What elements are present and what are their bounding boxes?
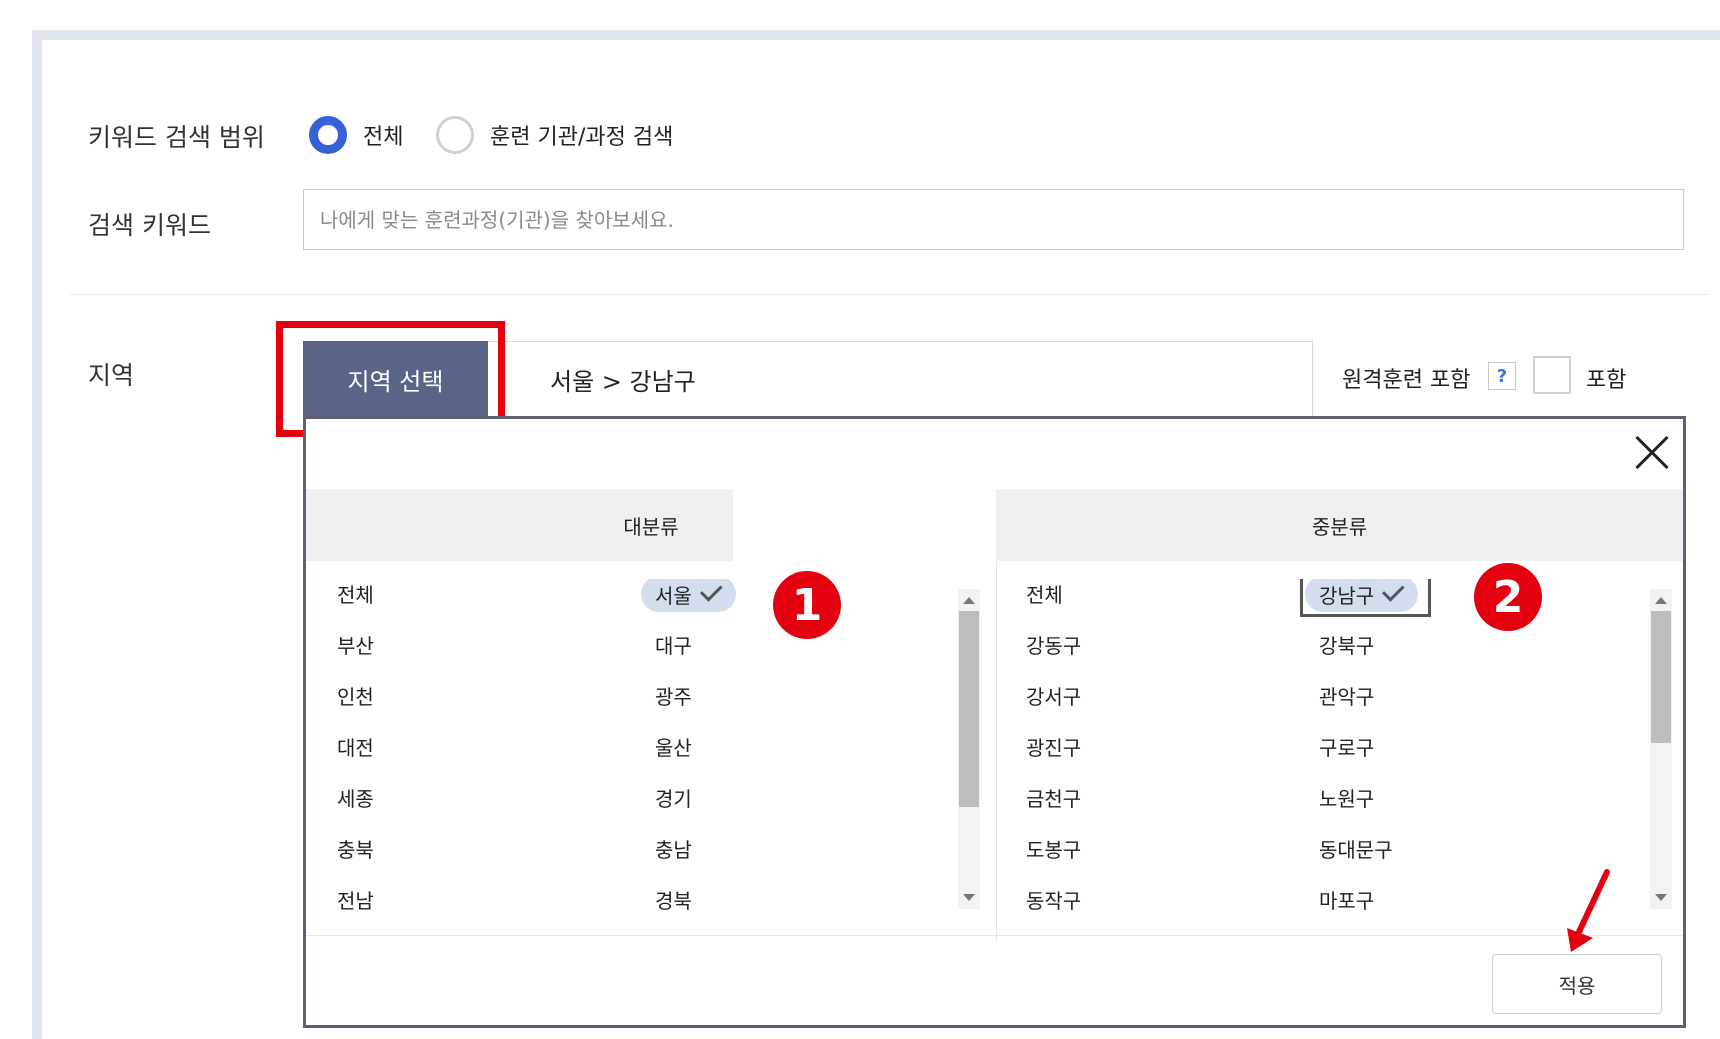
remote-include-checkbox[interactable]: [1533, 356, 1571, 394]
middle-list-scrollbar[interactable]: [1650, 589, 1672, 909]
list-item[interactable]: 노원구: [1319, 783, 1374, 812]
scope-radio-institution[interactable]: 훈련 기관/과정 검색: [436, 116, 673, 154]
list-item[interactable]: 관악구: [1319, 681, 1374, 710]
region-label: 지역: [88, 361, 135, 390]
major-selected-chip[interactable]: 서울: [641, 579, 736, 612]
list-item[interactable]: 전남: [337, 885, 374, 914]
list-item[interactable]: 도봉구: [1026, 834, 1081, 863]
help-icon[interactable]: ?: [1488, 362, 1516, 390]
scroll-thumb[interactable]: [1651, 611, 1671, 743]
header-gap: [733, 489, 997, 561]
scroll-thumb[interactable]: [959, 611, 979, 807]
list-item[interactable]: 대구: [655, 630, 692, 659]
panel-top-border: [32, 30, 1720, 40]
scroll-up-icon[interactable]: [963, 597, 975, 604]
search-scope-label: 키워드 검색 범위: [88, 123, 265, 152]
major-list-scrollbar[interactable]: [958, 589, 980, 909]
list-item[interactable]: 부산: [337, 630, 374, 659]
close-icon[interactable]: [1628, 432, 1668, 472]
middle-selected-chip[interactable]: 강남구: [1305, 579, 1419, 612]
radio-unchecked-icon: [436, 116, 474, 154]
apply-button[interactable]: 적용: [1492, 954, 1662, 1014]
remote-training-label: 원격훈련 포함: [1342, 368, 1471, 393]
scroll-up-icon[interactable]: [1655, 597, 1667, 604]
column-divider: [996, 561, 997, 941]
middle-category-header: 중분류: [996, 489, 1683, 561]
region-select-popup: 대분류 중분류 전체 서울 부산 대구 인천 광주 대전 울산 세종 경기 충북…: [303, 416, 1686, 1028]
chip-label: 서울: [655, 583, 692, 608]
remote-include-label: 포함: [1586, 368, 1627, 393]
radio-checked-icon: [309, 116, 347, 154]
list-item[interactable]: 마포구: [1319, 885, 1374, 914]
check-icon: [1382, 579, 1405, 602]
search-keyword-label: 검색 키워드: [88, 211, 211, 240]
list-item[interactable]: 대전: [337, 732, 374, 761]
step-1-badge: 1: [773, 571, 841, 639]
step-2-badge: 2: [1474, 563, 1542, 631]
list-item[interactable]: 전체: [337, 579, 374, 608]
list-item[interactable]: 경북: [655, 885, 692, 914]
check-icon: [699, 579, 723, 602]
scope-radio-institution-label: 훈련 기관/과정 검색: [490, 125, 674, 150]
section-divider: [70, 294, 1710, 295]
list-item[interactable]: 광진구: [1026, 732, 1081, 761]
scroll-down-icon[interactable]: [1655, 894, 1667, 901]
list-item[interactable]: 강동구: [1026, 630, 1081, 659]
scope-radio-all-label: 전체: [363, 125, 404, 150]
list-item[interactable]: 강서구: [1026, 681, 1081, 710]
list-item[interactable]: 광주: [655, 681, 692, 710]
middle-category-list: 전체 강남구 강동구 강북구 강서구 관악구 광진구 구로구 금천구 노원구 도…: [999, 579, 1659, 924]
list-item[interactable]: 동대문구: [1319, 834, 1393, 863]
scope-radio-all[interactable]: 전체: [309, 116, 403, 154]
major-category-list: 전체 서울 부산 대구 인천 광주 대전 울산 세종 경기 충북 충남 전남 경…: [306, 579, 966, 924]
major-category-header-label: 대분류: [623, 514, 679, 539]
chip-label: 강남구: [1319, 583, 1375, 608]
selected-region-path: 서울 > 강남구: [550, 368, 696, 396]
list-item[interactable]: 강북구: [1319, 630, 1374, 659]
annotation-arrow-icon: [1567, 869, 1610, 952]
list-item[interactable]: 동작구: [1026, 885, 1081, 914]
footer-divider: [306, 935, 1683, 936]
list-item[interactable]: 인천: [337, 681, 374, 710]
panel-left-border: [32, 30, 42, 1039]
list-item[interactable]: 충남: [655, 834, 692, 863]
list-item[interactable]: 구로구: [1319, 732, 1374, 761]
list-item[interactable]: 경기: [655, 783, 692, 812]
list-item[interactable]: 울산: [655, 732, 692, 761]
list-item[interactable]: 금천구: [1026, 783, 1081, 812]
middle-category-header-label: 중분류: [1311, 514, 1368, 539]
list-item[interactable]: 전체: [1026, 579, 1063, 608]
list-item[interactable]: 세종: [337, 783, 374, 812]
search-keyword-input[interactable]: [303, 189, 1684, 250]
list-item[interactable]: 충북: [337, 834, 374, 863]
scroll-down-icon[interactable]: [963, 894, 975, 901]
